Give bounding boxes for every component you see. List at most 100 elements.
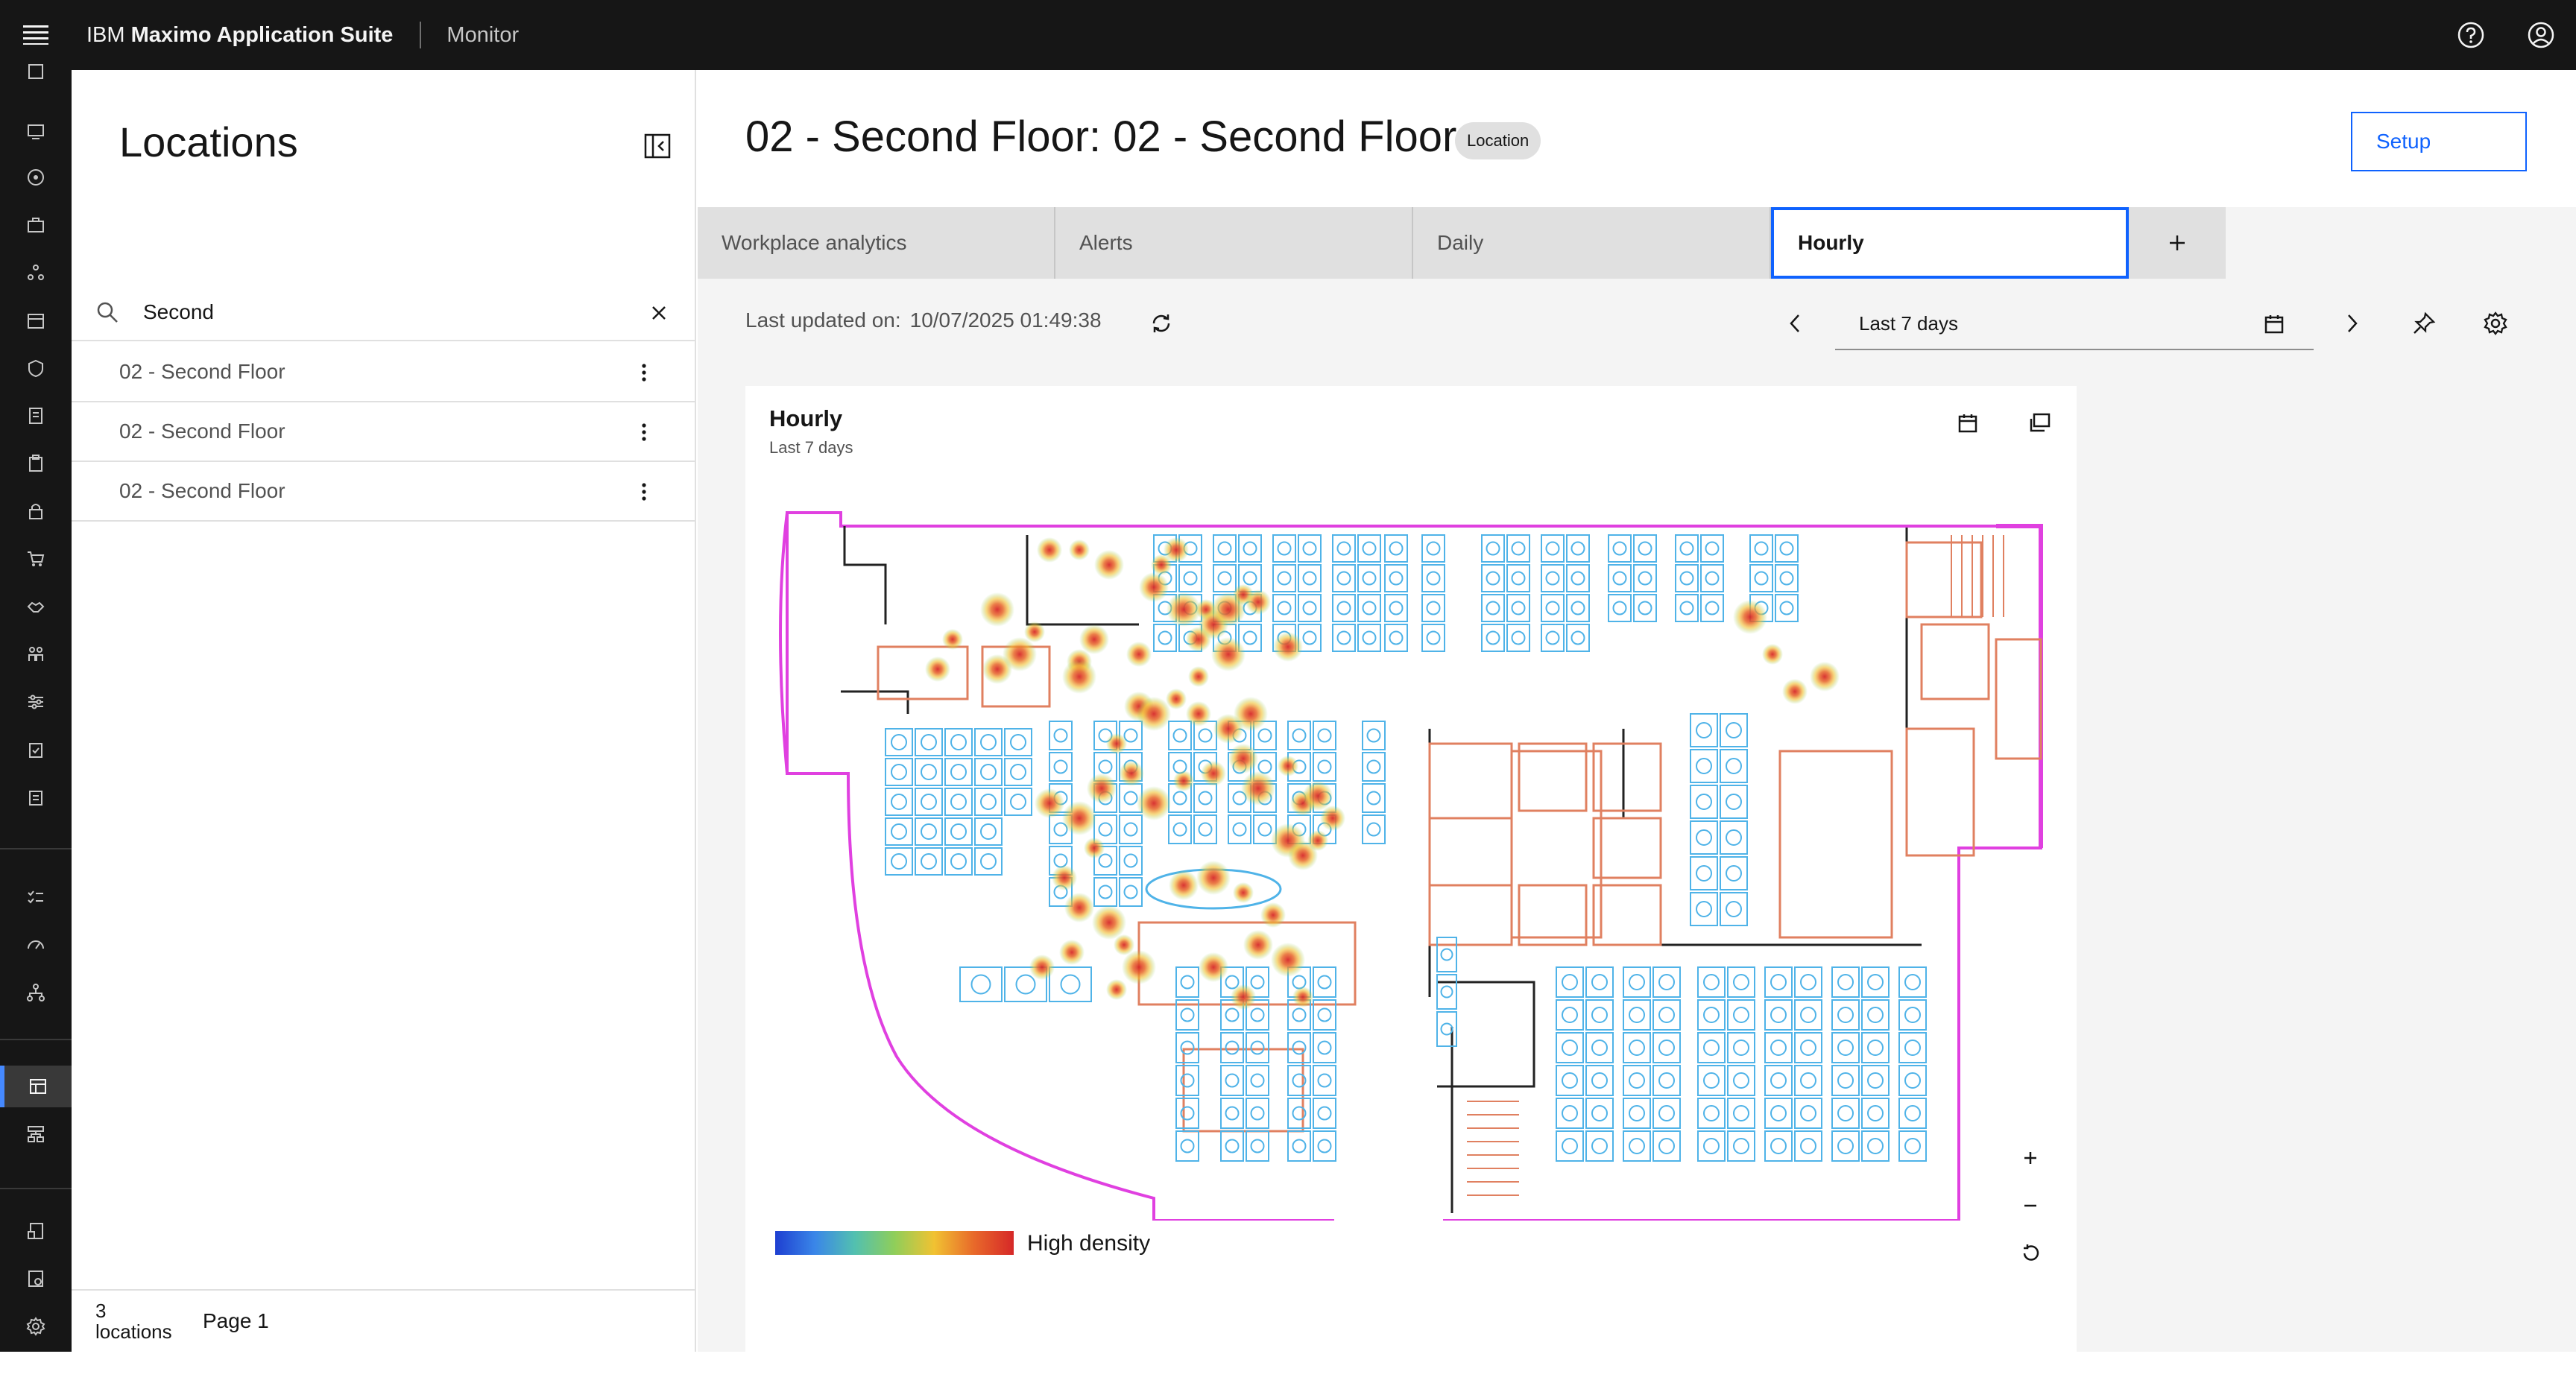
chevron-left-icon[interactable]	[1772, 301, 1817, 346]
room-outline	[1518, 742, 1588, 812]
desk	[1794, 966, 1822, 998]
collapse-panel-icon[interactable]	[635, 124, 680, 168]
chair	[1302, 630, 1317, 645]
expand-icon[interactable]	[2018, 402, 2060, 444]
shield-icon[interactable]	[0, 347, 72, 389]
chair	[1440, 948, 1453, 961]
reset-view-icon[interactable]	[2010, 1232, 2051, 1274]
setup-button[interactable]: Setup	[2351, 112, 2527, 171]
floor-plan-heatmap[interactable]	[766, 505, 2048, 1221]
desk	[1633, 534, 1657, 563]
chair	[1511, 630, 1526, 645]
chair	[891, 794, 907, 810]
tablet-icon[interactable]	[0, 1258, 72, 1300]
add-tab-icon[interactable]	[2129, 207, 2226, 279]
desk	[1421, 594, 1445, 622]
settings-gear-icon[interactable]	[2473, 301, 2518, 346]
chair	[1292, 728, 1307, 743]
desk	[1506, 564, 1530, 592]
desk	[1700, 534, 1724, 563]
pin-icon[interactable]	[2402, 301, 2446, 346]
tab-hourly[interactable]: Hourly	[1771, 207, 2129, 279]
desk	[1313, 752, 1336, 782]
chair	[1257, 728, 1272, 743]
dashboard-icon[interactable]	[0, 1066, 72, 1107]
refresh-icon[interactable]	[1139, 301, 1184, 346]
overflow-menu-icon[interactable]	[623, 411, 665, 453]
location-list-item[interactable]: 02 - Second Floor	[72, 402, 695, 462]
asset-icon[interactable]	[0, 156, 72, 198]
app-brand[interactable]: IBM Maximo Application Suite	[72, 0, 420, 70]
tasks-icon[interactable]	[0, 876, 72, 918]
desk	[1690, 892, 1718, 926]
heat-spot	[925, 656, 950, 682]
chair	[1217, 541, 1232, 556]
handshake-icon[interactable]	[0, 586, 72, 627]
monitor-icon[interactable]	[0, 110, 72, 152]
desk	[1831, 966, 1860, 998]
chair	[1053, 759, 1068, 774]
tab-workplace-analytics[interactable]: Workplace analytics	[698, 207, 1055, 279]
heat-spot	[1037, 537, 1062, 563]
report-icon[interactable]	[0, 395, 72, 437]
chair	[1629, 1072, 1645, 1089]
card-calendar-icon[interactable]	[1947, 402, 1989, 444]
chair	[1867, 1072, 1884, 1089]
chair	[1638, 571, 1652, 586]
people-icon[interactable]	[0, 633, 72, 675]
chair	[1726, 901, 1742, 917]
chair	[1837, 1138, 1854, 1154]
chair	[1336, 571, 1351, 586]
settings-icon[interactable]	[0, 1306, 72, 1347]
help-icon[interactable]	[2436, 0, 2506, 70]
calendar-icon[interactable]	[0, 300, 72, 341]
chair	[1389, 630, 1404, 645]
chair	[891, 853, 907, 870]
date-range-picker[interactable]: Last 7 days	[1835, 298, 2314, 350]
chair	[1837, 974, 1854, 990]
hierarchy-icon[interactable]	[0, 972, 72, 1013]
heat-spot	[1119, 761, 1144, 786]
calendar-icon[interactable]	[2257, 307, 2291, 341]
location-list-item[interactable]: 02 - Second Floor	[72, 343, 695, 402]
search-input[interactable]	[143, 300, 590, 324]
chair	[950, 853, 967, 870]
zoom-in-icon[interactable]	[2010, 1137, 2051, 1179]
desk	[1623, 1032, 1651, 1063]
flow-icon[interactable]	[0, 1113, 72, 1155]
cart-icon[interactable]	[0, 538, 72, 580]
overflow-menu-icon[interactable]	[623, 471, 665, 513]
chair	[1172, 791, 1187, 806]
clear-search-icon[interactable]	[638, 292, 680, 334]
briefcase-icon[interactable]	[0, 204, 72, 246]
desk	[1213, 564, 1237, 592]
gauge-icon[interactable]	[0, 924, 72, 966]
chair	[1225, 1106, 1240, 1121]
desk	[1623, 1098, 1651, 1129]
overflow-menu-icon[interactable]	[623, 352, 665, 393]
clipboard-icon[interactable]	[0, 443, 72, 484]
chair	[1562, 1138, 1578, 1154]
chair	[1837, 1072, 1854, 1089]
location-list-item[interactable]: 02 - Second Floor	[72, 462, 695, 522]
clipboard-2-icon[interactable]	[0, 776, 72, 818]
chair	[1362, 601, 1377, 616]
analytics-icon[interactable]	[0, 51, 72, 92]
heat-spot	[1199, 952, 1228, 982]
chevron-right-icon[interactable]	[2330, 301, 2375, 346]
lock-icon[interactable]	[0, 490, 72, 532]
chair	[1800, 1007, 1816, 1023]
chair	[1705, 571, 1720, 586]
user-avatar-icon[interactable]	[2506, 0, 2576, 70]
heat-spot	[1273, 632, 1303, 662]
zoom-out-icon[interactable]	[2010, 1185, 2051, 1227]
chair	[1123, 885, 1138, 899]
network-icon[interactable]	[0, 252, 72, 294]
tab-daily[interactable]: Daily	[1413, 207, 1771, 279]
checklist-icon[interactable]	[0, 729, 72, 770]
sliders-icon[interactable]	[0, 681, 72, 723]
chair	[1250, 1139, 1265, 1154]
tab-alerts[interactable]: Alerts	[1055, 207, 1413, 279]
chair	[1904, 1105, 1921, 1121]
device-icon[interactable]	[0, 1210, 72, 1252]
